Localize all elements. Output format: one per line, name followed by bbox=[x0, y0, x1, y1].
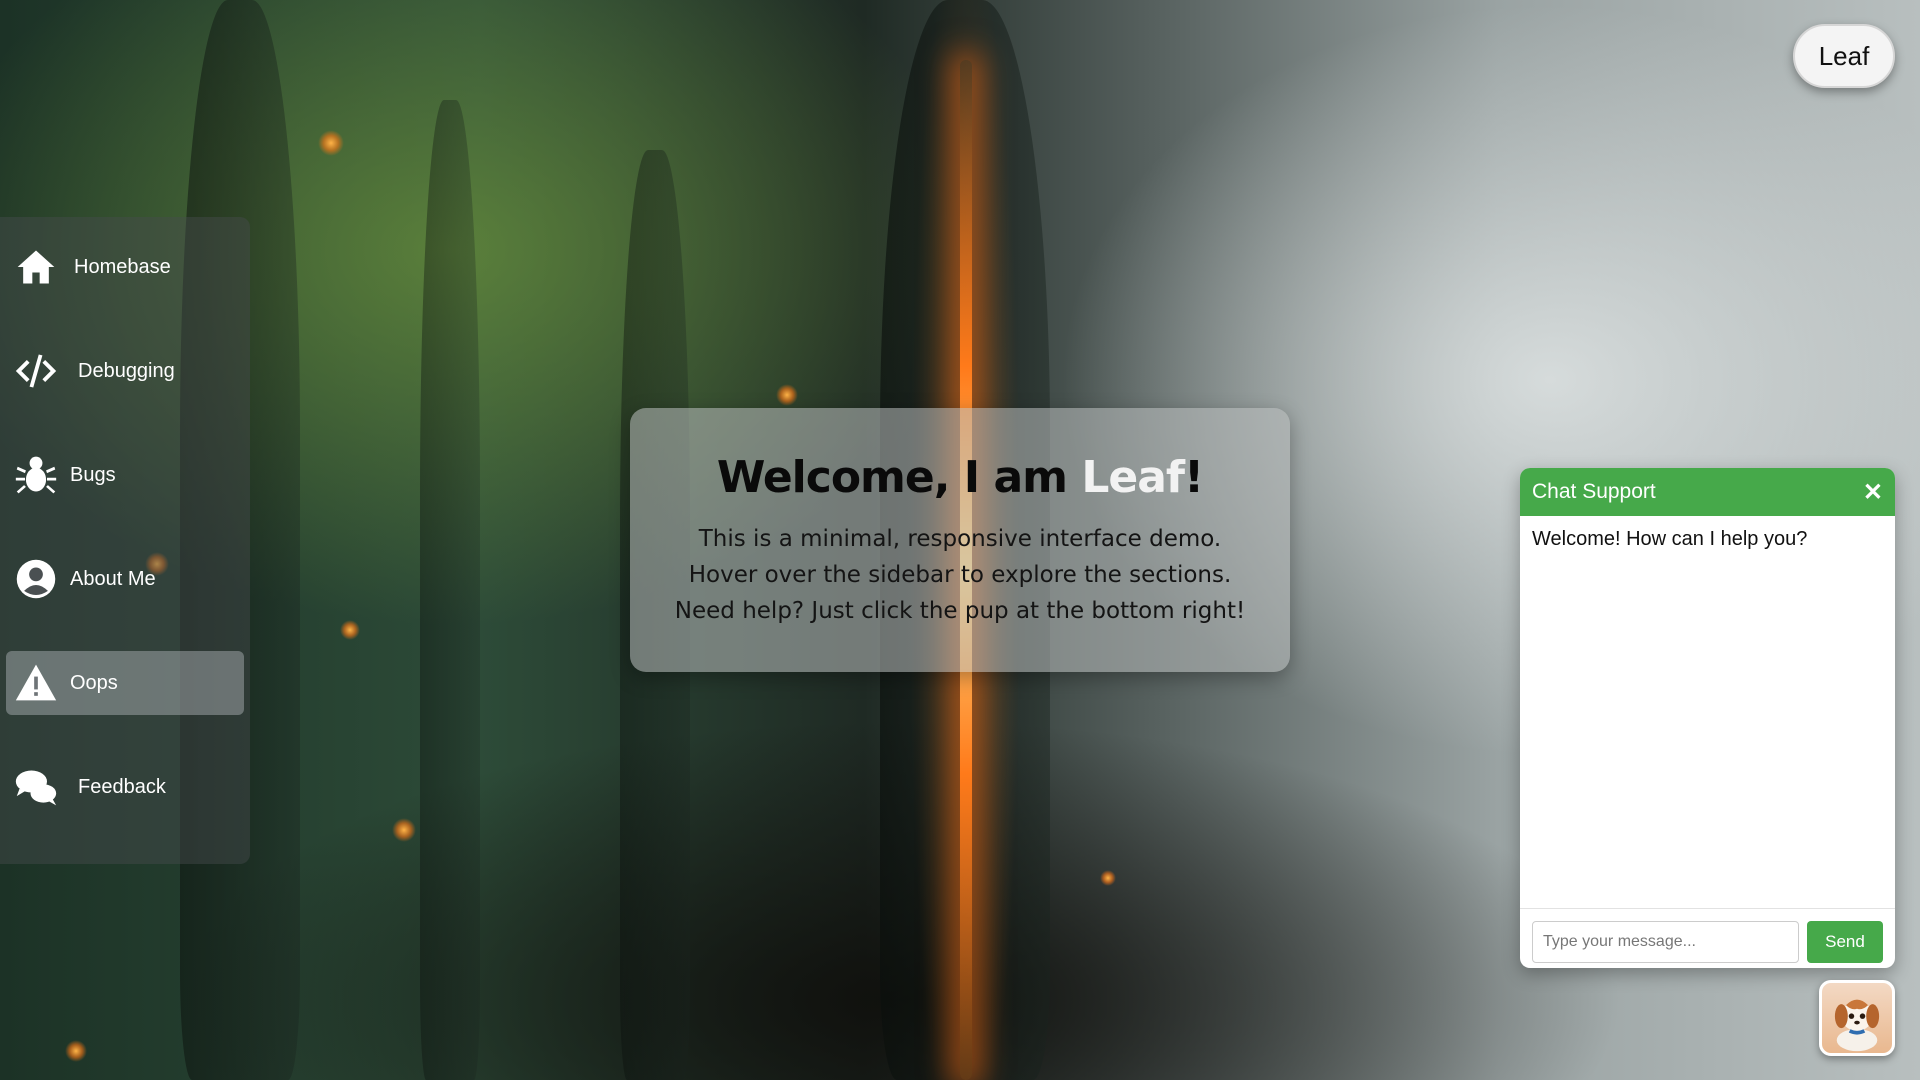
ember bbox=[776, 384, 798, 406]
ember bbox=[1100, 870, 1116, 886]
close-icon[interactable]: ✕ bbox=[1863, 478, 1883, 507]
sidebar-item-bugs[interactable]: Bugs bbox=[6, 443, 244, 507]
ember bbox=[340, 620, 360, 640]
sidebar-item-oops[interactable]: Oops bbox=[6, 651, 244, 715]
sidebar-item-label: Debugging bbox=[78, 359, 175, 382]
puppy-avatar-icon[interactable] bbox=[1819, 980, 1895, 1056]
chat-messages: Welcome! How can I help you? bbox=[1520, 516, 1895, 909]
sidebar-item-homebase[interactable]: Homebase bbox=[6, 235, 244, 299]
sidebar-item-about-me[interactable]: About Me bbox=[6, 547, 244, 611]
chat-title: Chat Support bbox=[1532, 480, 1656, 503]
sidebar-item-label: About Me bbox=[70, 567, 156, 590]
sidebar-item-label: Oops bbox=[70, 671, 118, 694]
chat-header: Chat Support ✕ bbox=[1520, 468, 1895, 516]
sidebar: Homebase Debugging Bugs About Me Oops Fe… bbox=[0, 217, 250, 864]
chat-support-panel: Chat Support ✕ Welcome! How can I help y… bbox=[1520, 468, 1895, 968]
send-button[interactable]: Send bbox=[1806, 921, 1883, 963]
chat-message-input[interactable] bbox=[1532, 921, 1799, 963]
sidebar-item-label: Homebase bbox=[74, 255, 171, 278]
bug-icon bbox=[12, 451, 60, 499]
welcome-line: Need help? Just click the pup at the bot… bbox=[674, 598, 1246, 624]
home-icon bbox=[12, 243, 60, 291]
welcome-line: This is a minimal, responsive interface … bbox=[698, 526, 1222, 552]
welcome-description: This is a minimal, responsive interface … bbox=[630, 521, 1290, 629]
sidebar-item-debugging[interactable]: Debugging bbox=[6, 339, 244, 403]
welcome-card: Welcome, I am Leaf! This is a minimal, r… bbox=[630, 408, 1290, 672]
welcome-title: Welcome, I am Leaf! bbox=[716, 452, 1204, 503]
ember bbox=[65, 1040, 87, 1062]
code-icon bbox=[12, 347, 60, 395]
warning-icon bbox=[12, 659, 60, 707]
user-circle-icon bbox=[12, 555, 60, 603]
background-tree bbox=[420, 100, 480, 1080]
leaf-badge-button[interactable]: Leaf bbox=[1793, 24, 1895, 88]
chat-footer: Send bbox=[1520, 909, 1895, 968]
welcome-line: Hover over the sidebar to explore the se… bbox=[688, 562, 1232, 588]
sidebar-item-label: Bugs bbox=[70, 463, 116, 486]
ember bbox=[318, 130, 344, 156]
sidebar-item-label: Feedback bbox=[78, 775, 166, 798]
sidebar-item-feedback[interactable]: Feedback bbox=[6, 755, 244, 819]
ember bbox=[392, 818, 416, 842]
comments-icon bbox=[12, 763, 60, 811]
chat-message: Welcome! How can I help you? bbox=[1532, 528, 1808, 550]
welcome-title-name: Leaf bbox=[1081, 452, 1185, 503]
